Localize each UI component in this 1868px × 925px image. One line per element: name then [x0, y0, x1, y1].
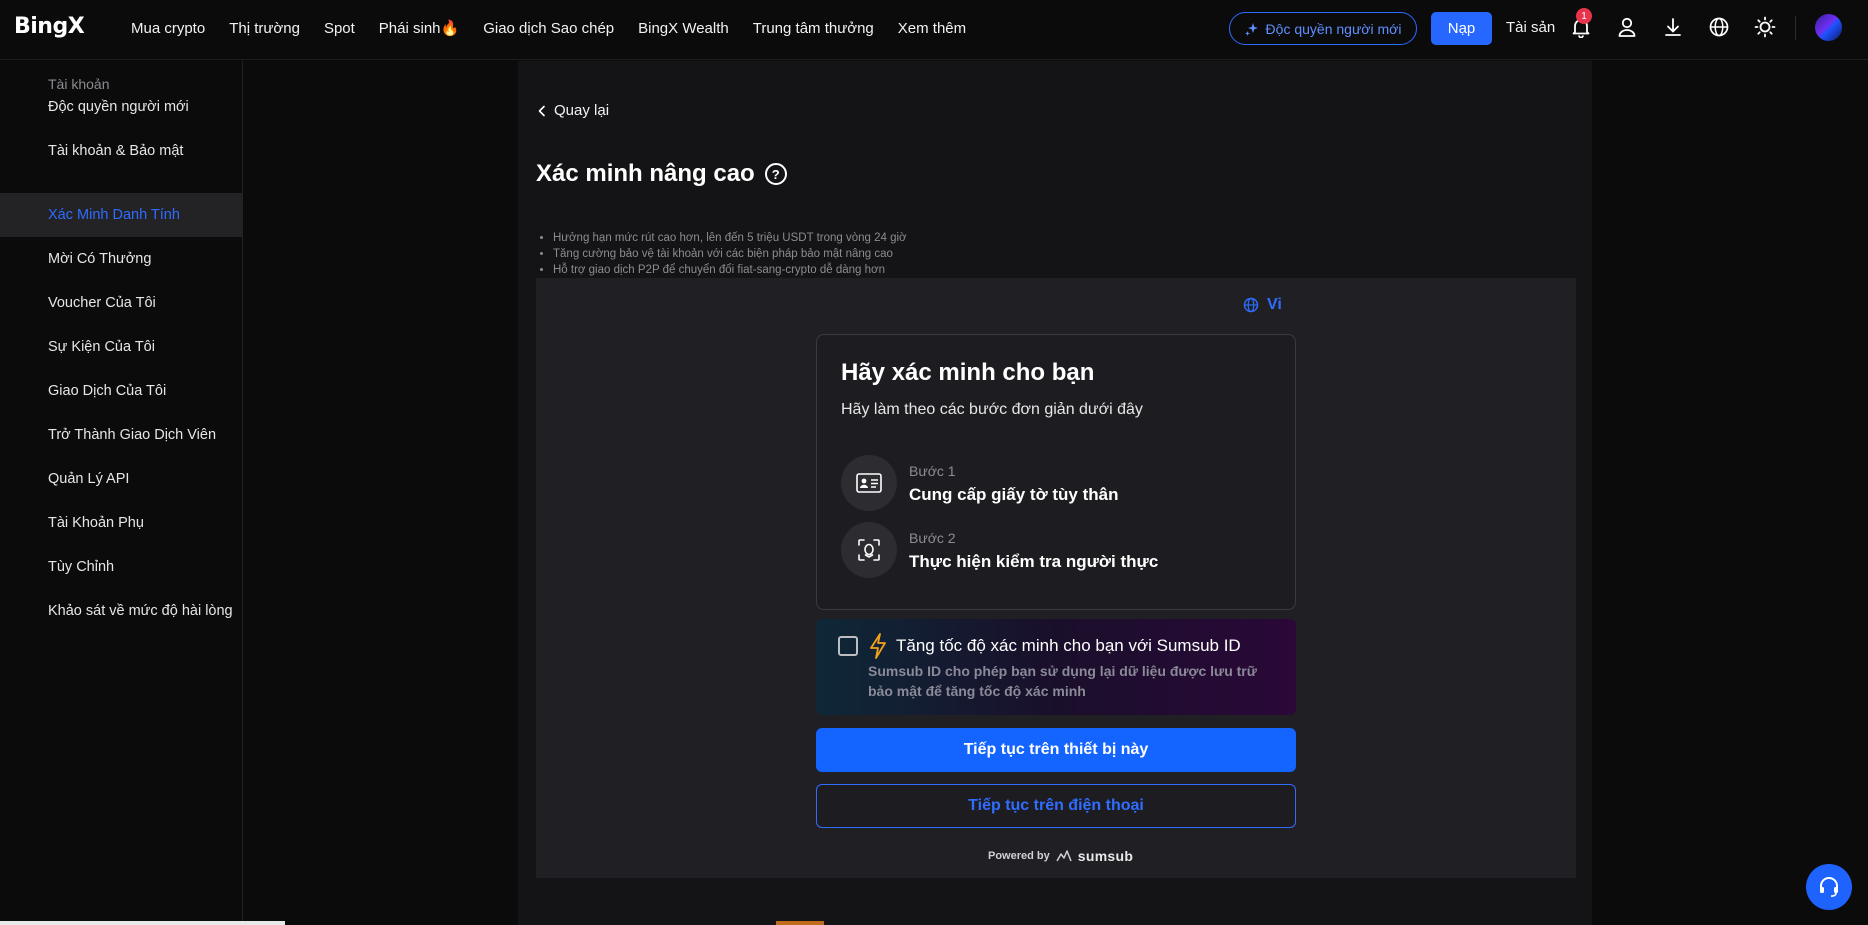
benefit-item: Tăng cường bảo vệ tài khoản với các biện…: [553, 246, 907, 262]
card-subtitle: Hãy làm theo các bước đơn giản dưới đây: [841, 401, 1143, 418]
header-divider: [1795, 16, 1796, 40]
sidebar-item-referral[interactable]: Mời Có Thưởng: [0, 237, 242, 281]
sumsub-id-title: Tăng tốc độ xác minh cho bạn với Sumsub …: [896, 636, 1241, 655]
deposit-button[interactable]: Nạp: [1431, 12, 1492, 45]
chevron-left-icon: [538, 105, 545, 116]
user-icon[interactable]: [1614, 14, 1640, 40]
customer-support-button[interactable]: [1806, 864, 1852, 910]
benefit-item: Hỗ trợ giao dịch P2P để chuyển đổi fiat-…: [553, 262, 907, 278]
page-title: Xác minh nâng cao ?: [536, 160, 787, 188]
horizontal-scrollbar[interactable]: [0, 921, 285, 925]
nav-derivatives-label: Phái sinh: [378, 20, 441, 37]
avatar[interactable]: [1815, 14, 1842, 41]
sidebar-item-account-security[interactable]: Tài khoản & Bảo mật: [0, 129, 242, 173]
back-label: Quay lại: [554, 102, 610, 119]
nav-rewards-center[interactable]: Trung tâm thưởng: [753, 20, 874, 37]
bingx-logo[interactable]: BingX: [14, 14, 85, 39]
sparkle-icon: [1244, 22, 1258, 36]
sumsub-id-description: Sumsub ID cho phép bạn sử dụng lại dữ li…: [868, 663, 1257, 699]
step-2-number: Bước 2: [909, 530, 956, 546]
card-title: Hãy xác minh cho bạn: [841, 359, 1095, 386]
powered-by-sumsub: Powered by sumsub: [988, 848, 1133, 864]
lightning-icon: [870, 633, 886, 659]
nav-markets[interactable]: Thị trường: [229, 20, 300, 37]
language-selector[interactable]: Vi: [1243, 296, 1282, 314]
fire-icon: 🔥: [440, 20, 460, 37]
nav-spot[interactable]: Spot: [324, 20, 355, 37]
nav-bingx-wealth[interactable]: BingX Wealth: [638, 20, 729, 37]
globe-icon: [1243, 297, 1259, 313]
sidebar-item-api-management[interactable]: Quản Lý API: [0, 457, 242, 501]
new-user-exclusive-label: Độc quyền người mới: [1265, 20, 1402, 37]
continue-on-phone-button[interactable]: Tiếp tục trên điện thoại: [816, 784, 1296, 828]
id-card-icon: [841, 455, 897, 511]
sidebar-item-sub-accounts[interactable]: Tài Khoản Phụ: [0, 501, 242, 545]
sumsub-logo-icon: [1056, 850, 1072, 862]
globe-icon[interactable]: [1706, 14, 1732, 40]
sidebar-item-preferences[interactable]: Tùy Chỉnh: [0, 545, 242, 589]
headset-icon: [1820, 877, 1838, 897]
back-link[interactable]: Quay lại: [538, 102, 609, 119]
sumsub-id-option: Tăng tốc độ xác minh cho bạn với Sumsub …: [816, 619, 1296, 715]
nav-buy-crypto[interactable]: Mua crypto: [131, 20, 205, 37]
verification-steps-card: Hãy xác minh cho bạn Hãy làm theo các bư…: [816, 334, 1296, 610]
new-user-exclusive-button[interactable]: Độc quyền người mới: [1229, 12, 1417, 45]
sidebar-item-my-trades[interactable]: Giao Dịch Của Tôi: [0, 369, 242, 413]
help-icon[interactable]: ?: [764, 163, 787, 185]
sidebar-item-events[interactable]: Sự Kiện Của Tôi: [0, 325, 242, 369]
page-title-text: Xác minh nâng cao: [536, 160, 755, 187]
face-scan-icon: [841, 522, 897, 578]
account-sidebar: Tài khoản Độc quyền người mới Tài khoản …: [0, 61, 243, 925]
scroll-indicator: [776, 921, 824, 925]
sun-icon[interactable]: [1752, 14, 1778, 40]
benefit-item: Hưởng hạn mức rút cao hơn, lên đến 5 tri…: [553, 230, 907, 246]
nav-more[interactable]: Xem thêm: [898, 20, 966, 37]
step-1-number: Bước 1: [909, 463, 956, 479]
step-2-text: Thực hiện kiểm tra người thực: [909, 552, 1159, 571]
sidebar-item-become-trader[interactable]: Trở Thành Giao Dịch Viên: [0, 413, 242, 457]
nav-copy-trading[interactable]: Giao dịch Sao chép: [483, 20, 614, 37]
download-icon[interactable]: [1660, 14, 1686, 40]
benefits-list: Hưởng hạn mức rút cao hơn, lên đến 5 tri…: [553, 230, 907, 278]
sumsub-id-checkbox[interactable]: [838, 636, 858, 656]
powered-by-label: Powered by: [988, 850, 1050, 862]
step-1-text: Cung cấp giấy tờ tùy thân: [909, 485, 1119, 504]
language-label: Vi: [1267, 296, 1282, 313]
sidebar-item-satisfaction-survey[interactable]: Khảo sát về mức độ hài lòng: [0, 589, 242, 633]
notification-count-badge: 1: [1576, 8, 1592, 24]
sidebar-item-new-user-exclusive[interactable]: Độc quyền người mới: [0, 85, 242, 129]
nav-derivatives[interactable]: Phái sinh🔥: [379, 19, 459, 37]
continue-on-device-button[interactable]: Tiếp tục trên thiết bị này: [816, 728, 1296, 772]
sidebar-item-identity-verification[interactable]: Xác Minh Danh Tính: [0, 193, 242, 237]
sumsub-brand: sumsub: [1077, 848, 1134, 864]
sidebar-item-vouchers[interactable]: Voucher Của Tôi: [0, 281, 242, 325]
top-navigation-bar: BingX Mua crypto Thị trường Spot Phái si…: [0, 0, 1868, 60]
assets-link[interactable]: Tài sản: [1506, 19, 1555, 36]
main-nav: Mua crypto Thị trường Spot Phái sinh🔥 Gi…: [131, 0, 966, 56]
